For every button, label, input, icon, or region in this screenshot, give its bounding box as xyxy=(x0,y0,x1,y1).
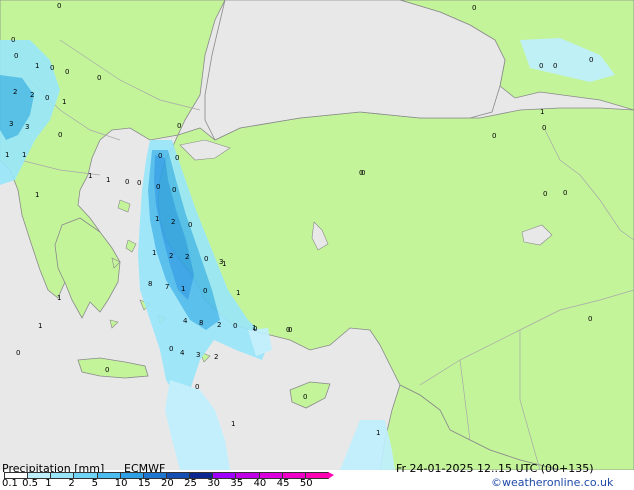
precip-value-label: 0 xyxy=(588,315,592,323)
precip-value-label: 7 xyxy=(165,283,169,291)
precip-value-label: 8 xyxy=(148,280,152,288)
legend-ticks: 0.1 0.5 1 2 5 10 15 20 25 30 35 40 45 50 xyxy=(0,479,340,489)
precip-value-label: 1 xyxy=(231,420,235,428)
legend-tick-label: 10 xyxy=(114,478,128,489)
legend-tick-label: 5 xyxy=(91,478,98,489)
precip-value-label: 0 xyxy=(195,383,199,391)
precip-value-label: 0 xyxy=(177,122,181,130)
legend-tick-label: 40 xyxy=(253,478,267,489)
precip-value-label: 0 xyxy=(16,349,20,357)
precip-value-label: 1 xyxy=(236,289,240,297)
legend-tick-label: 35 xyxy=(230,478,244,489)
precipitation-map: 0 0 1 0 0 0 0 2 2 0 1 3 3 0 1 1 0 0 0 1 1 0 0 0 0 1 1 2 0 3 1 2 2 0 1 8 7 1 0 1… xyxy=(0,0,634,470)
precip-value-label: 1 xyxy=(540,108,544,116)
precip-value-label: 2 xyxy=(214,353,218,361)
precip-value-label: 1 xyxy=(57,294,61,302)
map-footer: Precipitation [mm] ECMWF Fr 24-01-2025 1… xyxy=(0,463,634,490)
legend-overflow-arrow xyxy=(328,472,334,479)
legend-tick-label: 2 xyxy=(68,478,75,489)
precip-value-label: 1 xyxy=(22,151,26,159)
valid-time: Fr 24-01-2025 12..15 UTC (00+135) xyxy=(396,462,594,475)
precip-value-label: 0 xyxy=(11,36,15,44)
precip-value-label: 0 xyxy=(14,52,18,60)
precip-value-label: 2 xyxy=(185,253,189,261)
precip-value-label: 1 xyxy=(35,62,39,70)
precip-value-label: 0 xyxy=(472,4,476,12)
precip-value-label: 0 xyxy=(188,221,192,229)
precip-value-label: 1 xyxy=(222,260,226,268)
precip-value-label: 0 xyxy=(492,132,496,140)
legend-tick-label: 25 xyxy=(184,478,197,489)
precip-value-label: 1 xyxy=(376,429,380,437)
precip-value-label: 1 xyxy=(88,172,92,180)
precip-value-label: 0 xyxy=(169,345,173,353)
precip-value-label: 0 xyxy=(58,131,62,139)
precip-value-label: 0 xyxy=(563,189,567,197)
legend-tick-label: 45 xyxy=(276,478,290,489)
precip-value-label: 0 xyxy=(125,178,129,186)
precip-value-label: 1 xyxy=(62,98,66,106)
precip-value-label: 1 xyxy=(5,151,9,159)
precip-value-label: 0 xyxy=(172,186,176,194)
precip-value-label: 0 xyxy=(553,62,557,70)
precip-value-label: 1 xyxy=(152,249,156,257)
legend-tick-label: 50 xyxy=(299,478,313,489)
precip-value-label: 1 xyxy=(38,322,42,330)
precip-value-label: 0 xyxy=(286,326,290,334)
precip-value-label: 3 xyxy=(25,123,29,131)
legend-tick-label: 0.1 xyxy=(2,478,18,489)
precip-value-label: 4 xyxy=(180,349,185,357)
legend-tick-label: 0.5 xyxy=(22,478,39,489)
precip-value-label: 2 xyxy=(30,91,34,99)
precip-value-label: 1 xyxy=(181,285,185,293)
precip-value-label: 0 xyxy=(97,74,101,82)
precip-value-label: 3 xyxy=(9,120,13,128)
precip-value-label: 2 xyxy=(13,88,17,96)
precip-value-label: 0 xyxy=(175,154,179,162)
precip-value-label: 0 xyxy=(543,190,547,198)
precip-value-label: 0 xyxy=(156,183,160,191)
precip-value-label: 0 xyxy=(57,2,61,10)
weather-map-screen: 0010000220133011000110000112031220187101… xyxy=(0,0,634,490)
precip-value-label: 0 xyxy=(253,325,257,333)
precip-value-label: 3 xyxy=(196,351,200,359)
precip-value-label: 0 xyxy=(361,169,365,177)
precip-value-label: 0 xyxy=(105,366,109,374)
precip-value-label: 0 xyxy=(303,393,307,401)
precip-value-label: 0 xyxy=(50,64,54,72)
precip-value-label: 0 xyxy=(203,287,207,295)
credit-link[interactable]: ©weatheronline.co.uk xyxy=(491,477,613,489)
precip-value-label: 0 xyxy=(233,322,237,330)
precip-value-label: 0 xyxy=(542,124,546,132)
precip-value-label: 2 xyxy=(217,321,221,329)
legend-tick-label: 30 xyxy=(207,478,221,489)
precip-value-label: 4 xyxy=(183,317,188,325)
precip-value-label: 1 xyxy=(106,176,110,184)
precip-value-label: 0 xyxy=(158,152,162,160)
precip-value-label: 0 xyxy=(589,56,593,64)
legend-tick-label: 1 xyxy=(45,478,52,489)
precip-value-label: 0 xyxy=(539,62,543,70)
legend-tick-label: 15 xyxy=(137,478,151,489)
precip-value-label: 1 xyxy=(35,191,39,199)
precip-value-label: 1 xyxy=(155,215,159,223)
precip-value-label: 0 xyxy=(137,179,141,187)
legend-tick-label: 20 xyxy=(161,478,174,489)
precip-value-label: 2 xyxy=(171,218,175,226)
precip-value-label: 2 xyxy=(169,252,173,260)
precip-value-label: 0 xyxy=(204,255,208,263)
precip-value-label: 0 xyxy=(65,68,69,76)
precip-value-label: 0 xyxy=(45,94,49,102)
precip-value-label: 8 xyxy=(199,319,203,327)
